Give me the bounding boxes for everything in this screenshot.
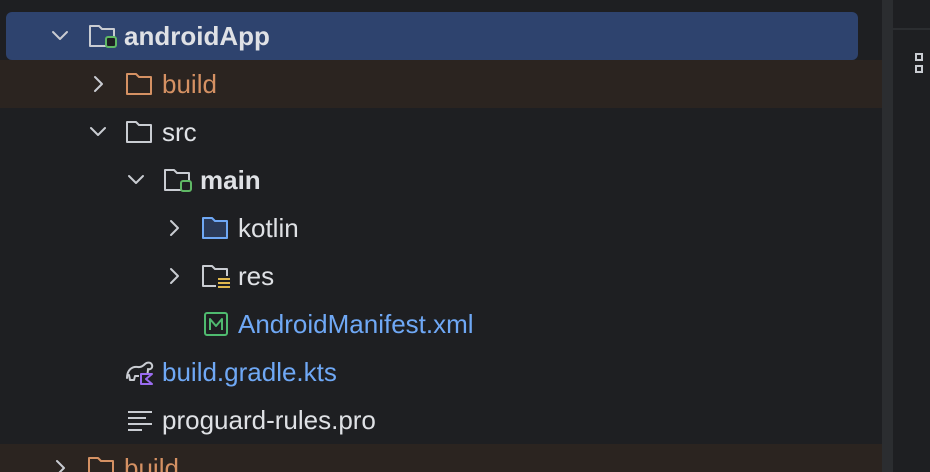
excluded-folder-icon — [125, 70, 155, 98]
tree-item-res[interactable]: res — [0, 252, 882, 300]
tree-item-main[interactable]: main — [0, 156, 882, 204]
project-tree[interactable]: androidApp build src main kotlin res And… — [0, 0, 882, 472]
module-folder-icon — [88, 22, 118, 50]
tree-item-proguard-rules[interactable]: proguard-rules.pro — [0, 396, 882, 444]
chevron-down-icon[interactable] — [48, 24, 72, 48]
tree-item-androidapp[interactable]: androidApp — [0, 12, 882, 60]
structure-icon[interactable] — [915, 50, 930, 78]
tree-item-label: androidApp — [124, 21, 270, 51]
chevron-down-icon[interactable] — [86, 120, 110, 144]
tree-item-build[interactable]: build — [0, 60, 882, 108]
tree-item-label: res — [238, 261, 275, 291]
tree-item-label: src — [162, 117, 197, 147]
tree-item-build-gradle-kts[interactable]: build.gradle.kts — [0, 348, 882, 396]
tree-item-src[interactable]: src — [0, 108, 882, 156]
tree-item-label: build — [162, 69, 217, 99]
editor-panel — [893, 0, 930, 472]
tree-item-label: build — [124, 453, 179, 472]
chevron-right-icon[interactable] — [162, 264, 186, 288]
chevron-right-icon[interactable] — [86, 72, 110, 96]
tree-item-label: AndroidManifest.xml — [238, 309, 474, 339]
tree-item-label: main — [200, 165, 261, 195]
source-folder-icon — [201, 214, 231, 242]
excluded-folder-icon — [87, 454, 117, 472]
editor-tab-bar — [893, 0, 930, 30]
tree-item-kotlin[interactable]: kotlin — [0, 204, 882, 252]
tree-item-androidmanifest[interactable]: AndroidManifest.xml — [0, 300, 882, 348]
tree-item-label: proguard-rules.pro — [162, 405, 376, 435]
manifest-file-icon — [201, 310, 231, 338]
chevron-down-icon[interactable] — [124, 168, 148, 192]
text-file-icon — [125, 406, 155, 434]
tree-item-label: kotlin — [238, 213, 299, 243]
tree-item-label: build.gradle.kts — [162, 357, 337, 387]
module-folder-icon — [163, 166, 193, 194]
tree-item-build-root[interactable]: build — [0, 444, 882, 472]
chevron-right-icon[interactable] — [48, 456, 72, 472]
resources-folder-icon — [201, 262, 231, 290]
folder-icon — [125, 118, 155, 146]
gradle-kotlin-file-icon — [124, 358, 154, 386]
ide-window: androidApp build src main kotlin res And… — [0, 0, 930, 472]
panel-splitter[interactable] — [882, 0, 893, 472]
chevron-right-icon[interactable] — [162, 216, 186, 240]
